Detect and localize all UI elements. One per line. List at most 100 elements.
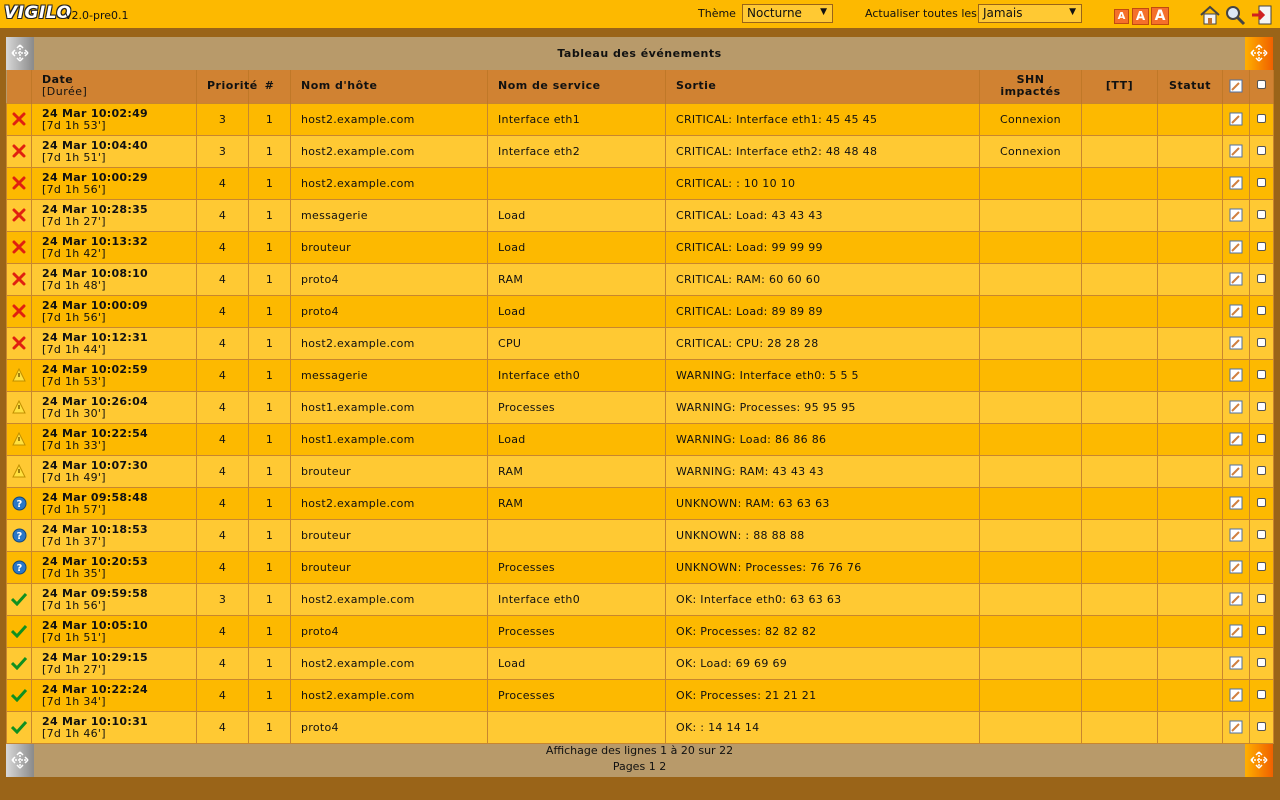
edit-cell[interactable] bbox=[1222, 486, 1250, 520]
edit-icon[interactable] bbox=[1224, 336, 1249, 350]
edit-cell[interactable] bbox=[1222, 134, 1250, 168]
table-row[interactable]: 24 Mar 10:29:15 [7d 1h 27'] 4 1 host2.exampl… bbox=[6, 646, 1274, 680]
edit-icon[interactable] bbox=[1224, 240, 1249, 254]
edit-cell[interactable] bbox=[1222, 166, 1250, 200]
table-row[interactable]: 24 Mar 10:02:59 [7d 1h 53'] 4 1 messagerie In… bbox=[6, 358, 1274, 392]
edit-icon[interactable] bbox=[1224, 560, 1249, 574]
edit-icon[interactable] bbox=[1224, 720, 1249, 734]
table-row[interactable]: ? 24 Mar 10:20:53 [7d 1h 35'] 4 1 brouteur Pro… bbox=[6, 550, 1274, 584]
expand-corner-bottom-left[interactable] bbox=[6, 744, 34, 777]
col-date[interactable]: Date [Durée] bbox=[31, 70, 197, 103]
table-row[interactable]: ? 24 Mar 09:58:48 [7d 1h 57'] 4 1 host2.examp… bbox=[6, 486, 1274, 520]
edit-icon[interactable] bbox=[1224, 304, 1249, 318]
row-checkbox[interactable] bbox=[1257, 145, 1266, 155]
refresh-select[interactable]: Jamais ▼ bbox=[978, 4, 1082, 23]
table-row[interactable]: ? 24 Mar 10:18:53 [7d 1h 37'] 4 1 brouteur UNK… bbox=[6, 518, 1274, 552]
table-row[interactable]: 24 Mar 10:00:09 [7d 1h 56'] 4 1 proto4 Load CR… bbox=[6, 294, 1274, 328]
edit-icon[interactable] bbox=[1224, 688, 1249, 702]
table-row[interactable]: 24 Mar 10:00:29 [7d 1h 56'] 4 1 host2.exampl… bbox=[6, 166, 1274, 200]
edit-cell[interactable] bbox=[1222, 294, 1250, 328]
expand-corner-top-right[interactable] bbox=[1245, 37, 1273, 70]
page-link-2[interactable]: 2 bbox=[659, 760, 666, 773]
row-checkbox[interactable] bbox=[1257, 529, 1266, 539]
edit-cell[interactable] bbox=[1222, 390, 1250, 424]
edit-icon[interactable] bbox=[1224, 112, 1249, 126]
table-row[interactable]: 24 Mar 10:26:04 [7d 1h 30'] 4 1 host1.exampl… bbox=[6, 390, 1274, 424]
row-checkbox[interactable] bbox=[1257, 113, 1266, 123]
font-size-small-button[interactable]: A bbox=[1114, 9, 1129, 24]
row-checkbox[interactable] bbox=[1257, 401, 1266, 411]
edit-cell[interactable] bbox=[1222, 262, 1250, 296]
logout-icon[interactable] bbox=[1251, 4, 1273, 26]
table-row[interactable]: 24 Mar 10:07:30 [7d 1h 49'] 4 1 brouteur RAM W… bbox=[6, 454, 1274, 488]
table-row[interactable]: 24 Mar 10:04:40 [7d 1h 51'] 3 1 host2.exampl… bbox=[6, 134, 1274, 168]
edit-cell[interactable] bbox=[1222, 454, 1250, 488]
edit-cell[interactable] bbox=[1222, 230, 1250, 264]
row-checkbox[interactable] bbox=[1257, 241, 1266, 251]
row-checkbox[interactable] bbox=[1257, 337, 1266, 347]
edit-cell[interactable] bbox=[1222, 102, 1250, 136]
table-row[interactable]: 24 Mar 09:59:58 [7d 1h 56'] 3 1 host2.exampl… bbox=[6, 582, 1274, 616]
table-row[interactable]: 24 Mar 10:10:31 [7d 1h 46'] 4 1 proto4 OK: : … bbox=[6, 710, 1274, 744]
search-icon[interactable] bbox=[1224, 4, 1246, 26]
edit-cell[interactable] bbox=[1222, 198, 1250, 232]
expand-corner-bottom-right[interactable] bbox=[1245, 744, 1273, 777]
table-row[interactable]: 24 Mar 10:08:10 [7d 1h 48'] 4 1 proto4 RAM CRI… bbox=[6, 262, 1274, 296]
select-all-checkbox[interactable] bbox=[1257, 80, 1266, 90]
row-checkbox[interactable] bbox=[1257, 273, 1266, 283]
row-checkbox[interactable] bbox=[1257, 689, 1266, 699]
col-service[interactable]: Nom de service bbox=[487, 70, 666, 103]
edit-cell[interactable] bbox=[1222, 710, 1250, 744]
edit-icon[interactable] bbox=[1224, 368, 1249, 382]
col-output[interactable]: Sortie bbox=[665, 70, 980, 103]
row-checkbox[interactable] bbox=[1257, 305, 1266, 315]
edit-cell[interactable] bbox=[1222, 358, 1250, 392]
home-icon[interactable] bbox=[1199, 4, 1221, 26]
edit-icon[interactable] bbox=[1224, 208, 1249, 222]
row-checkbox[interactable] bbox=[1257, 209, 1266, 219]
table-row[interactable]: 24 Mar 10:22:24 [7d 1h 34'] 4 1 host2.exampl… bbox=[6, 678, 1274, 712]
col-tt[interactable]: [TT] bbox=[1081, 70, 1158, 103]
table-row[interactable]: 24 Mar 10:28:35 [7d 1h 27'] 4 1 messagerie Lo… bbox=[6, 198, 1274, 232]
edit-cell[interactable] bbox=[1222, 614, 1250, 648]
edit-cell[interactable] bbox=[1222, 550, 1250, 584]
edit-cell[interactable] bbox=[1222, 518, 1250, 552]
edit-cell[interactable] bbox=[1222, 326, 1250, 360]
table-row[interactable]: 24 Mar 10:05:10 [7d 1h 51'] 4 1 proto4 Proces… bbox=[6, 614, 1274, 648]
edit-icon[interactable] bbox=[1224, 176, 1249, 190]
row-checkbox[interactable] bbox=[1257, 497, 1266, 507]
table-row[interactable]: 24 Mar 10:12:31 [7d 1h 44'] 4 1 host2.exampl… bbox=[6, 326, 1274, 360]
edit-icon[interactable] bbox=[1224, 464, 1249, 478]
row-checkbox[interactable] bbox=[1257, 433, 1266, 443]
font-size-large-button[interactable]: A bbox=[1151, 7, 1169, 25]
row-checkbox[interactable] bbox=[1257, 721, 1266, 731]
edit-icon[interactable] bbox=[1224, 592, 1249, 606]
row-checkbox[interactable] bbox=[1257, 561, 1266, 571]
edit-icon[interactable] bbox=[1224, 656, 1249, 670]
col-status[interactable]: Statut bbox=[1157, 70, 1223, 103]
table-row[interactable]: 24 Mar 10:13:32 [7d 1h 42'] 4 1 brouteur Load… bbox=[6, 230, 1274, 264]
expand-corner-top-left[interactable] bbox=[6, 37, 34, 70]
table-row[interactable]: 24 Mar 10:22:54 [7d 1h 33'] 4 1 host1.exampl… bbox=[6, 422, 1274, 456]
col-priority[interactable]: Priorité bbox=[196, 70, 257, 103]
row-checkbox[interactable] bbox=[1257, 369, 1266, 379]
edit-icon[interactable] bbox=[1224, 432, 1249, 446]
edit-cell[interactable] bbox=[1222, 678, 1250, 712]
theme-select[interactable]: Nocturne ▼ bbox=[742, 4, 833, 23]
edit-icon[interactable] bbox=[1224, 272, 1249, 286]
edit-cell[interactable] bbox=[1222, 582, 1250, 616]
row-checkbox[interactable] bbox=[1257, 657, 1266, 667]
col-shn[interactable]: SHN impactés bbox=[979, 70, 1082, 103]
col-select-all[interactable] bbox=[1249, 70, 1274, 103]
edit-icon[interactable] bbox=[1224, 496, 1249, 510]
row-checkbox[interactable] bbox=[1257, 625, 1266, 635]
edit-icon[interactable] bbox=[1224, 400, 1249, 414]
table-row[interactable]: 24 Mar 10:02:49 [7d 1h 53'] 3 1 host2.exampl… bbox=[6, 102, 1274, 136]
edit-icon[interactable] bbox=[1224, 528, 1249, 542]
font-size-medium-button[interactable]: A bbox=[1132, 8, 1149, 25]
edit-icon[interactable] bbox=[1224, 144, 1249, 158]
edit-cell[interactable] bbox=[1222, 422, 1250, 456]
page-link-1[interactable]: 1 bbox=[649, 760, 656, 773]
edit-icon[interactable] bbox=[1224, 624, 1249, 638]
col-host[interactable]: Nom d'hôte bbox=[290, 70, 488, 103]
